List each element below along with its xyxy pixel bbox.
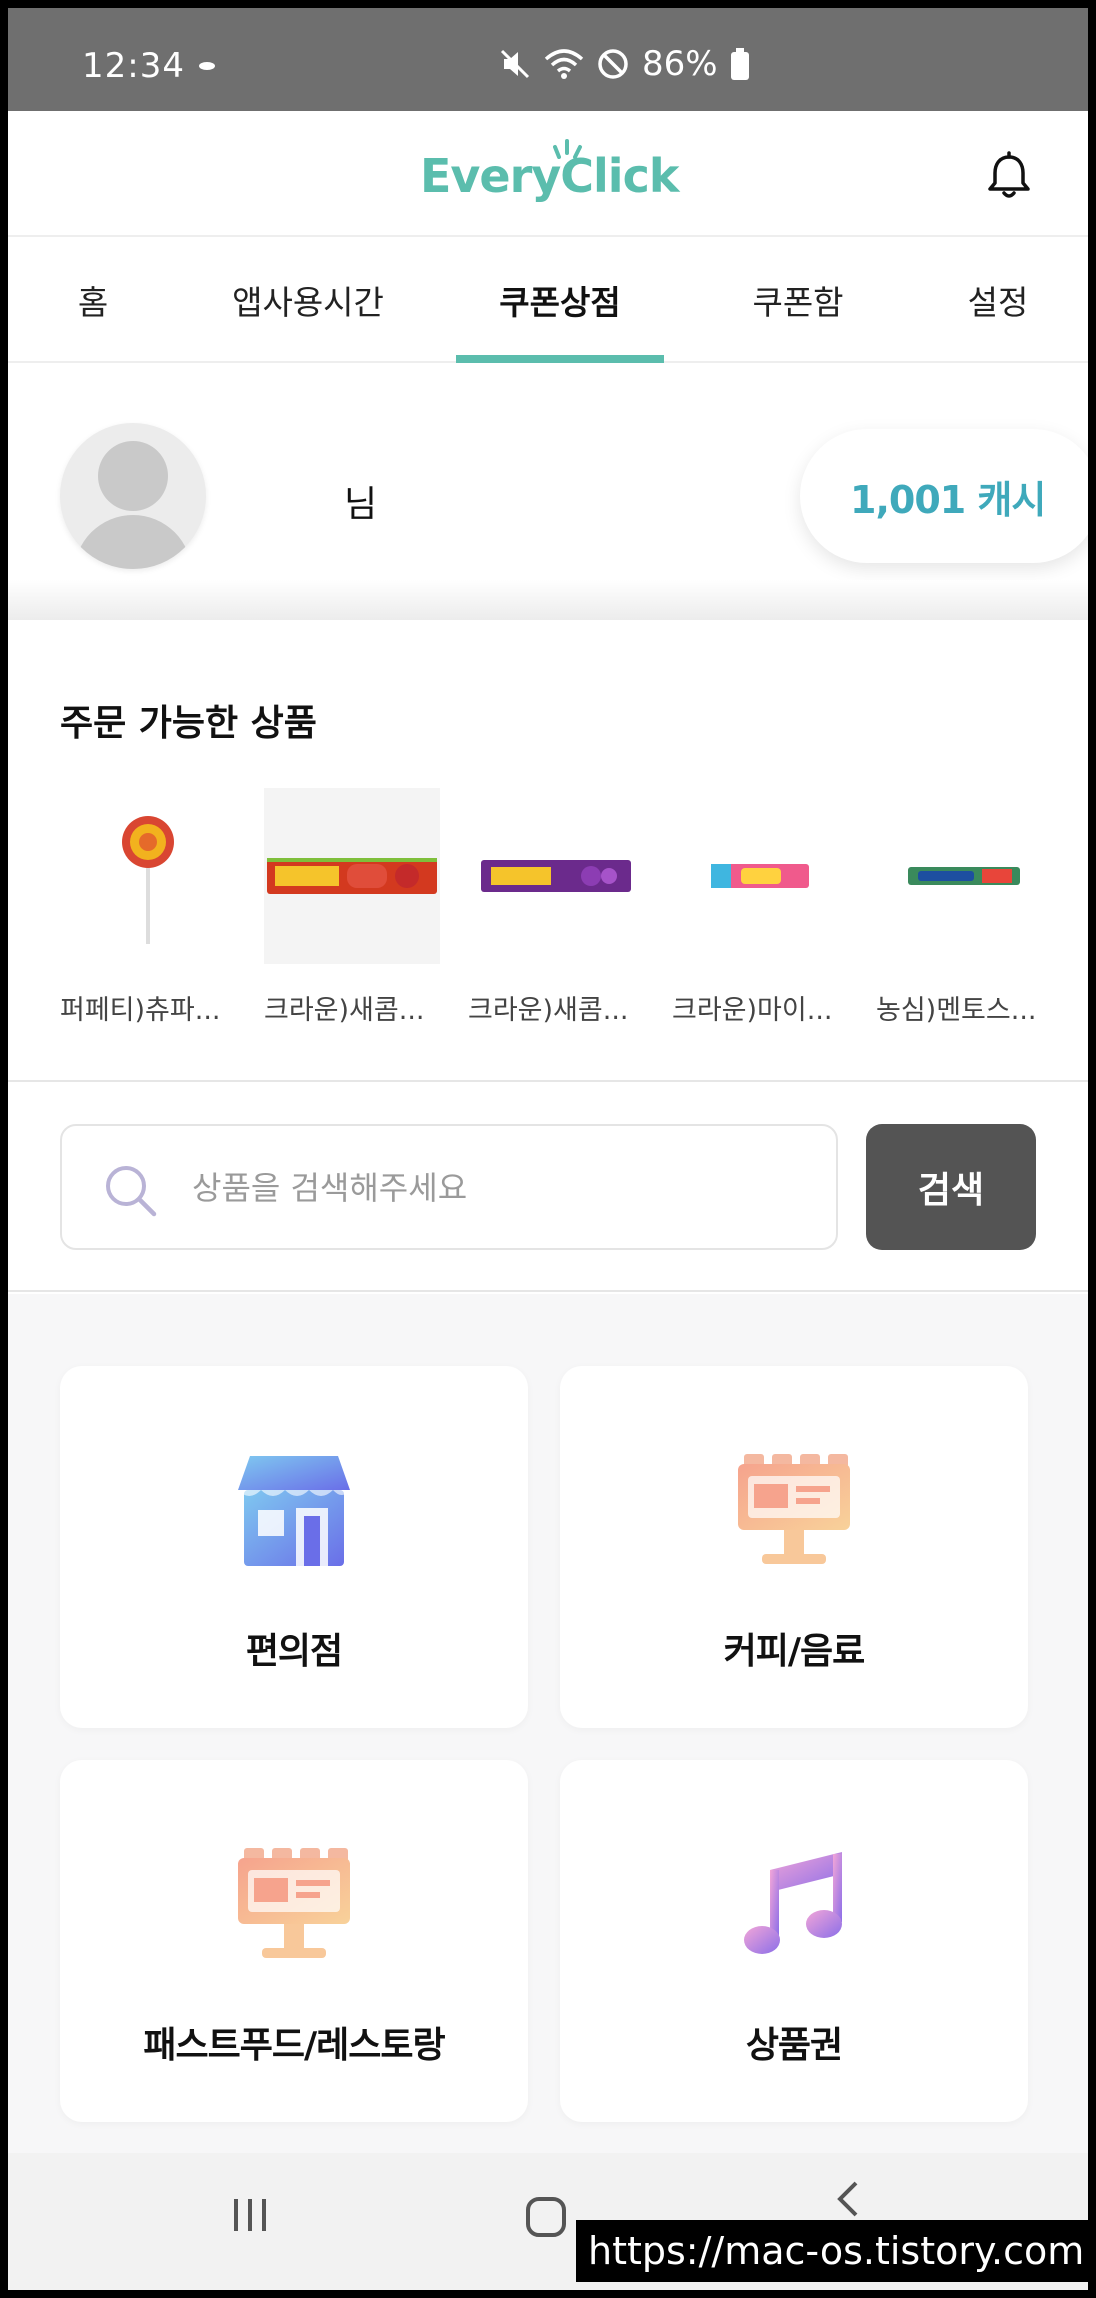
app-logo: EveryClick (420, 149, 679, 203)
category-convenience-store[interactable]: 편의점 (60, 1366, 528, 1728)
app-header: EveryClick (8, 111, 1088, 237)
recent-apps-icon[interactable] (228, 2193, 272, 2237)
tab-coupon-box[interactable]: 쿠폰함 (698, 237, 898, 363)
category-gift-card[interactable]: 상품권 (560, 1760, 1028, 2122)
tab-settings[interactable]: 설정 (928, 237, 1068, 363)
lollipop-icon (60, 788, 236, 964)
billboard-icon (738, 1454, 850, 1564)
category-label: 패스트푸드/레스토랑 (143, 2025, 445, 2066)
product-item[interactable]: 크라운)마이... (672, 788, 848, 1038)
battery-icon (730, 48, 749, 80)
candy-mentos-icon (876, 788, 1052, 964)
tab-app-usage[interactable]: 앱사용시간 (188, 237, 428, 363)
category-grid: 편의점 커피/음료 패스트푸드/레스토랑 상품권 (8, 1294, 1088, 2154)
cash-balance: 1,001 캐시 (850, 477, 1046, 522)
product-item[interactable]: 크라운)새콤... (264, 788, 440, 1038)
tab-bar: 홈 앱사용시간 쿠폰상점 쿠폰함 설정 (8, 237, 1088, 363)
battery-percent: 86% (642, 44, 718, 84)
product-item[interactable]: 크라운)새콤... (468, 788, 644, 1038)
search-icon (106, 1166, 157, 1217)
search-button[interactable]: 검색 (866, 1124, 1036, 1250)
candy-mychew-icon (672, 788, 848, 964)
active-tab-indicator (456, 355, 664, 363)
avatar-head (98, 441, 168, 511)
candy-grape-icon (468, 788, 644, 964)
store-icon (238, 1456, 350, 1566)
back-icon[interactable] (830, 2179, 866, 2219)
category-label: 커피/음료 (723, 1631, 866, 1672)
status-bar: 12:34 86% (8, 8, 1088, 111)
category-coffee-drinks[interactable]: 커피/음료 (560, 1366, 1028, 1728)
user-name-suffix: 님 (344, 484, 378, 525)
avatar-body (74, 515, 192, 569)
search-section: 검색 (8, 1084, 1088, 1292)
section-title: 주문 가능한 상품 (60, 703, 317, 744)
product-name: 농심)멘토스... (876, 995, 1037, 1026)
status-time: 12:34 (82, 46, 185, 86)
cash-balance-pill[interactable]: 1,001 캐시 (800, 429, 1088, 563)
product-name: 크라운)새콤... (468, 995, 629, 1026)
category-fastfood-restaurant[interactable]: 패스트푸드/레스토랑 (60, 1760, 528, 2122)
avatar (60, 423, 206, 569)
music-note-icon (744, 1852, 842, 1954)
tab-home[interactable]: 홈 (38, 237, 148, 363)
watermark: https://mac-os.tistory.com (576, 2220, 1088, 2282)
available-products-section: 주문 가능한 상품 퍼페티)츄파... 크라운)새콤... 크라운)새콤... … (8, 620, 1088, 1082)
status-icons: 86% (498, 44, 750, 84)
product-name: 퍼페티)츄파... (60, 995, 221, 1026)
weather-icon (199, 62, 215, 70)
category-label: 상품권 (745, 2025, 843, 2066)
app-frame: 12:34 86% EveryClick 홈 앱사용시간 쿠폰상점 쿠폰함 설정… (8, 8, 1088, 2290)
candy-strawberry-icon (264, 788, 440, 964)
section-divider-shadow (8, 580, 1088, 620)
wifi-icon (544, 49, 584, 79)
billboard-icon (238, 1848, 350, 1958)
product-name: 크라운)마이... (672, 995, 833, 1026)
product-item[interactable]: 퍼페티)츄파... (60, 788, 236, 1038)
search-box[interactable] (60, 1124, 838, 1250)
home-button-icon[interactable] (522, 2193, 570, 2241)
tab-coupon-shop[interactable]: 쿠폰상점 (456, 237, 664, 363)
mute-icon (500, 49, 530, 79)
do-not-disturb-icon (598, 49, 628, 79)
search-input[interactable] (192, 1156, 792, 1220)
product-name: 크라운)새콤... (264, 995, 425, 1026)
category-label: 편의점 (245, 1631, 343, 1672)
product-item[interactable]: 농심)멘토스... (876, 788, 1052, 1038)
bell-icon[interactable] (984, 151, 1034, 201)
logo-rays-icon (553, 139, 582, 159)
